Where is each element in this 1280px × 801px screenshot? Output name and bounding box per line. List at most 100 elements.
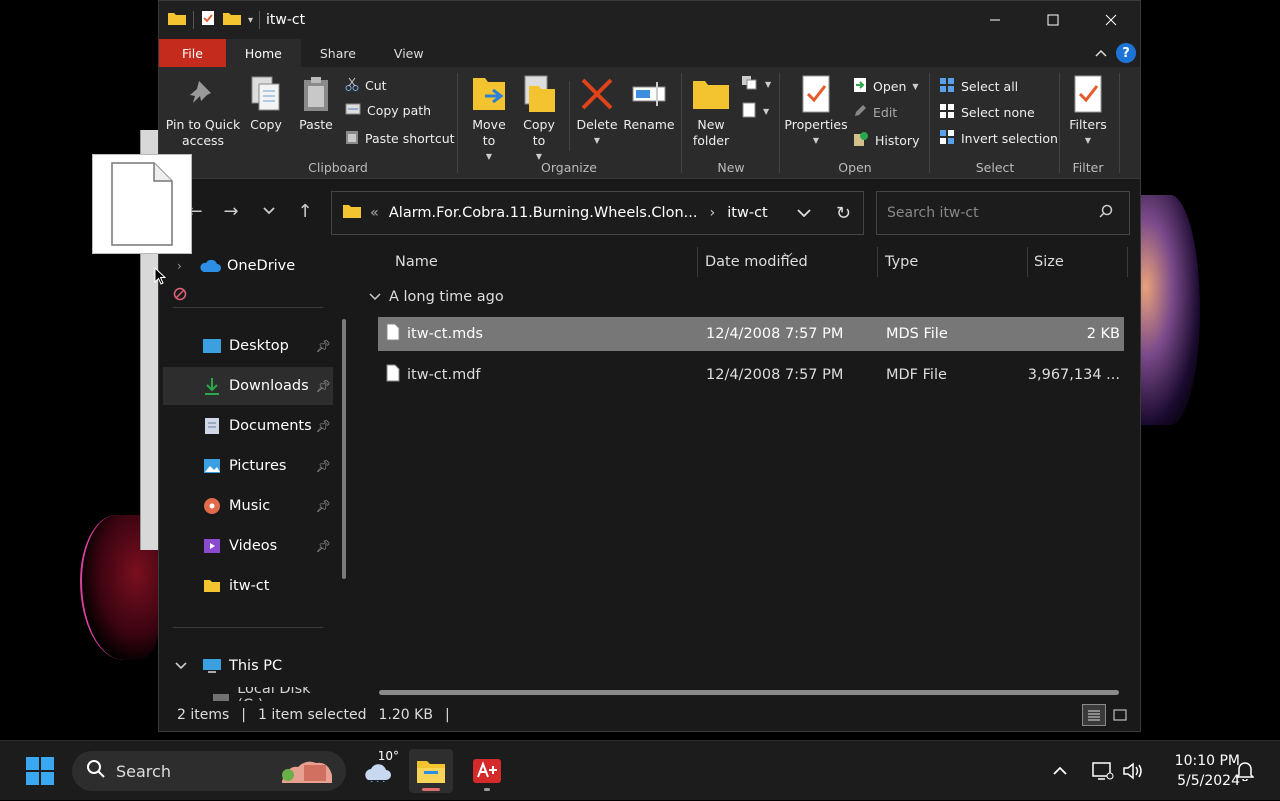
paste-button[interactable]: Paste — [293, 73, 339, 133]
delete-button[interactable]: Delete ▼ — [573, 73, 621, 149]
divider — [569, 81, 570, 151]
filter-group: Filters ▼ Filter — [1061, 67, 1115, 179]
new-item-button[interactable]: ▼ — [741, 75, 771, 94]
table-row[interactable]: itw-ct.mds 12/4/2008 7:57 PM MDS File 2 … — [378, 317, 1124, 351]
folder-icon — [201, 576, 223, 596]
taskbar-search-box[interactable]: Search — [72, 751, 346, 791]
help-icon[interactable]: ? — [1116, 43, 1136, 63]
rename-button[interactable]: Rename — [623, 73, 675, 133]
chevron-down-icon[interactable] — [369, 289, 381, 305]
search-input[interactable]: Search itw-ct — [876, 191, 1130, 235]
pin-to-quick-access-button[interactable]: Pin to Quick access — [165, 73, 241, 149]
navigation-pane: › OneDrive Desktop 📌︎ Downloads 📌︎ Docum… — [159, 241, 355, 701]
breadcrumb-segment[interactable]: Alarm.For.Cobra.11.Burning.Wheels.Clon..… — [389, 205, 698, 221]
volume-icon[interactable] — [1122, 741, 1144, 801]
invert-selection-button[interactable]: Invert selection — [939, 129, 1058, 148]
table-row[interactable]: itw-ct.mdf 12/4/2008 7:57 PM MDF File 3,… — [378, 358, 1124, 392]
weather-widget[interactable]: 10° — [355, 749, 399, 793]
new-folder-icon[interactable] — [222, 10, 242, 30]
address-bar[interactable]: « Alarm.For.Cobra.11.Burning.Wheels.Clon… — [331, 191, 864, 235]
select-all-button[interactable]: Select all — [939, 77, 1018, 96]
tab-home[interactable]: Home — [225, 39, 301, 67]
horizontal-scrollbar[interactable] — [379, 690, 1119, 695]
rename-icon — [629, 73, 669, 115]
properties-icon[interactable] — [200, 10, 216, 30]
tab-share[interactable]: Share — [301, 39, 375, 67]
chevron-right-icon[interactable]: › — [177, 259, 182, 273]
new-item-icon — [741, 75, 759, 94]
divider — [193, 11, 194, 29]
pin-icon[interactable]: 📌︎ — [316, 499, 331, 513]
forward-arrow-icon[interactable]: → — [219, 199, 243, 223]
taskbar-app-red[interactable] — [465, 749, 509, 793]
show-hidden-icons-chevron-icon[interactable] — [1052, 741, 1068, 801]
pin-icon[interactable]: 📌︎ — [316, 339, 331, 353]
notification-bell-icon[interactable] — [1236, 741, 1254, 801]
sidebar-item-desktop[interactable]: Desktop 📌︎ — [163, 327, 333, 365]
pin-icon[interactable]: 📌︎ — [316, 379, 331, 393]
new-folder-button[interactable]: New folder — [685, 73, 737, 149]
breadcrumb-current[interactable]: itw-ct — [727, 205, 767, 221]
copy-path-button[interactable]: Copy path — [345, 103, 431, 118]
minimize-button[interactable] — [966, 1, 1024, 39]
move-to-button[interactable]: Move to ▼ — [465, 73, 513, 165]
history-button[interactable]: History — [853, 131, 919, 150]
sidebar-item-downloads[interactable]: Downloads 📌︎ — [163, 367, 333, 405]
computer-icon — [201, 656, 223, 676]
pin-icon[interactable]: 📌︎ — [316, 419, 331, 433]
desktop-icon — [201, 336, 223, 356]
select-none-button[interactable]: Select none — [939, 103, 1035, 122]
customize-toolbar-icon[interactable]: ▾ — [248, 15, 253, 26]
properties-button[interactable]: Properties ▼ — [783, 73, 849, 149]
sidebar-item-videos[interactable]: Videos 📌︎ — [163, 527, 333, 565]
file-date: 12/4/2008 7:57 PM — [706, 326, 844, 342]
up-arrow-icon[interactable]: ↑ — [293, 199, 317, 223]
sidebar-item-music[interactable]: Music 📌︎ — [163, 487, 333, 525]
pin-icon[interactable]: 📌︎ — [316, 459, 331, 473]
sidebar-item-this-pc[interactable]: This PC — [163, 647, 333, 685]
paste-shortcut-button[interactable]: Paste shortcut — [345, 129, 455, 148]
refresh-icon[interactable]: ↻ — [836, 203, 851, 224]
sidebar-item-pictures[interactable]: Pictures 📌︎ — [163, 447, 333, 485]
folder-icon — [691, 73, 731, 115]
navigation-pane-scrollbar[interactable] — [342, 319, 346, 579]
easy-access-button[interactable]: ▼ — [741, 101, 769, 122]
open-button[interactable]: Open ▼ — [853, 77, 919, 96]
large-icons-view-icon[interactable] — [1108, 704, 1132, 726]
chevron-down-icon: ▼ — [812, 136, 820, 145]
chevron-down-icon: ▼ — [765, 80, 772, 89]
column-header-size[interactable]: Size — [1034, 241, 1064, 283]
sidebar-item-documents[interactable]: Documents 📌︎ — [163, 407, 333, 445]
group-header[interactable]: A long time ago — [369, 289, 504, 305]
close-button[interactable] — [1082, 1, 1140, 39]
system-clock[interactable]: 10:10 PM 5/5/2024 — [1150, 751, 1240, 791]
chevron-down-icon[interactable] — [175, 658, 187, 674]
recent-locations-chevron-icon[interactable] — [257, 199, 281, 223]
taskbar-file-explorer[interactable] — [409, 749, 453, 793]
filters-button[interactable]: Filters ▼ — [1063, 73, 1113, 149]
tab-file[interactable]: File — [159, 39, 226, 67]
start-button[interactable] — [18, 749, 62, 793]
collapse-ribbon-icon[interactable] — [1094, 46, 1108, 61]
pin-icon[interactable]: 📌︎ — [316, 539, 331, 553]
sidebar-item-itw-ct[interactable]: itw-ct — [163, 567, 333, 605]
address-dropdown-icon[interactable] — [797, 205, 811, 221]
breadcrumb-chevron-icon[interactable]: › — [709, 205, 715, 221]
breadcrumb-overflow[interactable]: « — [370, 205, 379, 221]
network-icon[interactable] — [1092, 741, 1114, 801]
details-view-icon[interactable] — [1082, 704, 1106, 726]
clipboard-group: Pin to Quick access Copy Paste Cut Copy … — [159, 67, 457, 179]
copy-to-button[interactable]: Copy to ▼ — [515, 73, 563, 165]
status-bar: 2 items | 1 item selected 1.20 KB | — [159, 699, 1140, 731]
invert-selection-icon — [939, 129, 955, 148]
edit-button[interactable]: Edit — [853, 104, 897, 121]
column-header-date[interactable]: Date modified — [705, 241, 808, 283]
tab-view[interactable]: View — [375, 39, 443, 67]
column-header-type[interactable]: Type — [885, 241, 918, 283]
copy-button[interactable]: Copy — [243, 73, 289, 133]
cut-button[interactable]: Cut — [345, 77, 387, 94]
file-type: MDS File — [886, 326, 948, 342]
column-header-name[interactable]: Name — [395, 241, 438, 283]
maximize-button[interactable] — [1024, 1, 1082, 39]
running-app-indicator — [484, 788, 490, 791]
